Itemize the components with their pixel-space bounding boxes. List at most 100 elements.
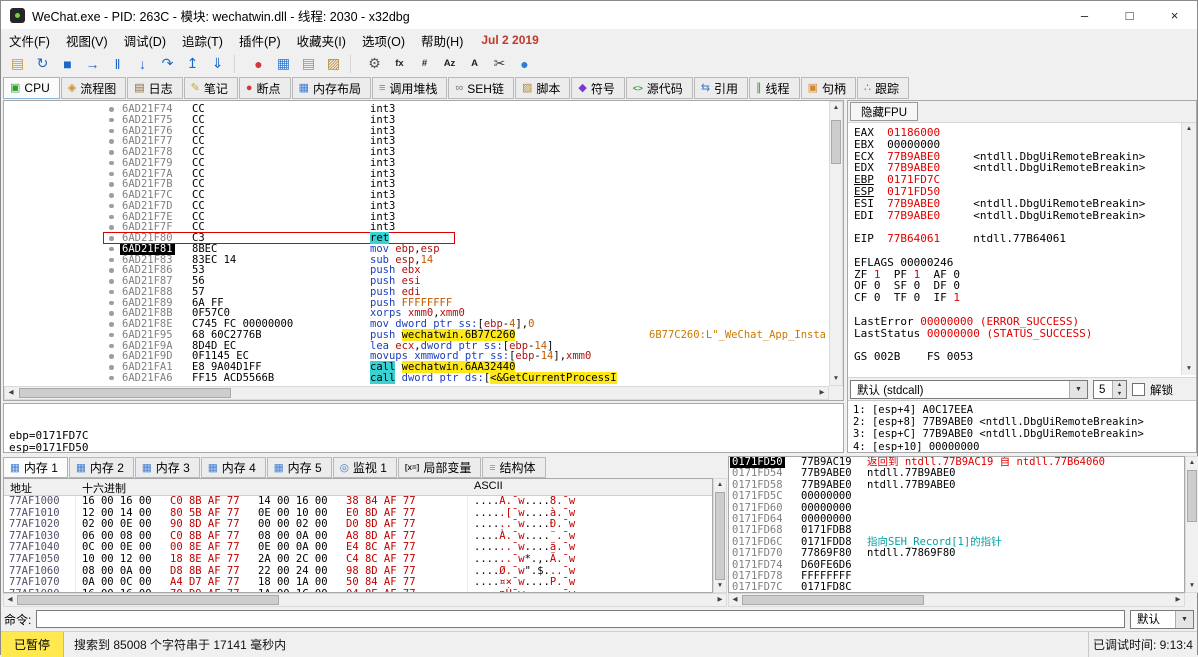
argument-line[interactable]: 4: [esp+10] 00000000 — [853, 441, 1196, 453]
stack-row[interactable]: 0171FD5077B9AC19返回到 ntdll.77B9AC19 自 ntd… — [729, 457, 1184, 468]
minimize-button[interactable]: – — [1062, 1, 1107, 29]
stack-row[interactable]: 0171FD6C0171FDD8指向SEH_Record[1]的指针 — [729, 537, 1184, 548]
tab-source[interactable]: <>源代码 — [626, 77, 693, 99]
pause-icon[interactable]: ‖ — [105, 53, 130, 75]
tab-threads[interactable]: ∥线程 — [749, 77, 800, 99]
tab-struct[interactable]: ≡结构体 — [482, 457, 545, 478]
patch-icon[interactable]: # — [412, 53, 437, 75]
breakpoints-icon[interactable]: ● — [246, 53, 271, 75]
tab-memory-map[interactable]: ▦内存布局 — [292, 77, 371, 99]
memory-map-icon[interactable]: ▦ — [271, 53, 296, 75]
stack-row[interactable]: 0171FD5C00000000 — [729, 491, 1184, 502]
scroll-down-icon[interactable]: ▼ — [830, 373, 842, 385]
scroll-left-icon[interactable]: ◀ — [4, 594, 16, 606]
tab-call-stack[interactable]: ≡调用堆栈 — [372, 77, 447, 99]
dump-row[interactable]: 77AF100016 00 16 00C0 8B AF 7714 00 16 0… — [4, 496, 712, 508]
menu-item-trace[interactable]: 追踪(T) — [174, 29, 231, 52]
menu-item-debug[interactable]: 调试(D) — [116, 29, 174, 52]
spin-up-icon[interactable]: ▲ — [1113, 381, 1126, 390]
menu-item-view[interactable]: 视图(V) — [58, 29, 116, 52]
menu-item-help[interactable]: 帮助(H) — [413, 29, 471, 52]
scroll-left-icon[interactable]: ◀ — [5, 387, 17, 399]
menu-item-favourites[interactable]: 收藏夹(I) — [289, 29, 354, 52]
command-input[interactable] — [36, 610, 1125, 628]
registers-vscrollbar[interactable]: ▲ ▼ — [1181, 123, 1196, 375]
stack-row[interactable]: 0171FD7C0171FD8C — [729, 582, 1184, 593]
tab-references[interactable]: ⇆引用 — [694, 77, 748, 99]
stack-row[interactable]: 0171FD5877B9ABE0ntdll.77B9ABE0 — [729, 480, 1184, 491]
assembler-icon[interactable]: A — [462, 53, 487, 75]
scrollbar-thumb[interactable] — [831, 120, 841, 164]
menu-item-plugins[interactable]: 插件(P) — [231, 29, 289, 52]
disasm-vscrollbar[interactable]: ▲ ▼ — [829, 101, 843, 386]
spin-down-icon[interactable]: ▼ — [1113, 390, 1126, 399]
unlock-checkbox[interactable] — [1132, 383, 1145, 396]
tab-script[interactable]: ▨脚本 — [515, 77, 570, 99]
stack-row[interactable]: 0171FD78FFFFFFFF — [729, 571, 1184, 582]
run-icon[interactable]: → — [80, 53, 105, 75]
tab-memory-4[interactable]: ▦内存 4 — [201, 457, 266, 478]
snapshot-icon[interactable]: ✂ — [487, 53, 512, 75]
open-file-icon[interactable]: ▤ — [5, 53, 30, 75]
scroll-right-icon[interactable]: ▶ — [714, 594, 726, 606]
tab-notes[interactable]: ✎笔记 — [184, 77, 238, 99]
tab-symbols[interactable]: ◆符号 — [571, 77, 624, 99]
scroll-down-icon[interactable]: ▼ — [1182, 363, 1196, 375]
scroll-up-icon[interactable]: ▲ — [1186, 457, 1198, 469]
argument-count-stepper[interactable]: 5 ▲ ▼ — [1093, 380, 1127, 399]
disasm-row[interactable]: 6AD21F7DCCint3 — [4, 201, 828, 212]
scroll-down-icon[interactable]: ▼ — [714, 580, 726, 592]
run-to-user-code-icon[interactable]: ⇓ — [205, 53, 230, 75]
settings-gear-icon[interactable]: ⚙ — [362, 53, 387, 75]
help-icon[interactable]: ● — [512, 53, 537, 75]
tab-handles[interactable]: ▣句柄 — [801, 77, 856, 99]
dropdown-arrow-icon[interactable]: ▼ — [1069, 381, 1087, 398]
scroll-right-icon[interactable]: ▶ — [1172, 594, 1184, 606]
log-icon[interactable]: ▤ — [296, 53, 321, 75]
stack-row[interactable]: 0171FD5477B9ABE0ntdll.77B9ABE0 — [729, 468, 1184, 479]
tab-graph[interactable]: ◈流程图 — [61, 77, 126, 99]
execute-till-return-icon[interactable]: ↥ — [180, 53, 205, 75]
hide-fpu-button[interactable]: 隐藏FPU — [850, 102, 918, 121]
register-line[interactable]: LastStatus 00000000 (STATUS_SUCCESS) — [854, 328, 1182, 340]
command-profile-select[interactable]: 默认 ▼ — [1130, 610, 1194, 629]
register-line[interactable]: EDI 77B9ABE0 <ntdll.DbgUiRemoteBreakin> — [854, 210, 1182, 222]
stack-row[interactable]: 0171FD7077869F80ntdll.77869F80 — [729, 548, 1184, 559]
stack-row[interactable]: 0171FD6400000000 — [729, 514, 1184, 525]
register-line[interactable]: GS 002B FS 0053 — [854, 351, 1182, 363]
tab-memory-1[interactable]: ▦内存 1 — [3, 457, 68, 478]
register-line[interactable]: EIP 77B64061 ntdll.77B64061 — [854, 233, 1182, 245]
stack-row[interactable]: 0171FD6000000000 — [729, 503, 1184, 514]
tab-memory-5[interactable]: ▦内存 5 — [267, 457, 332, 478]
stack-vscrollbar[interactable]: ▲ ▼ — [1185, 456, 1198, 593]
tab-seh[interactable]: ∞SEH链 — [448, 77, 514, 99]
scroll-up-icon[interactable]: ▲ — [1182, 123, 1196, 135]
scrollbar-thumb[interactable] — [1187, 470, 1197, 522]
tab-memory-2[interactable]: ▦内存 2 — [69, 457, 134, 478]
stack-row[interactable]: 0171FD74D60FE6D6 — [729, 560, 1184, 571]
dropdown-arrow-icon[interactable]: ▼ — [1175, 611, 1193, 628]
argument-line[interactable]: 2: [esp+8] 77B9ABE0 <ntdll.DbgUiRemoteBr… — [853, 416, 1196, 428]
argument-line[interactable]: 1: [esp+4] A0C17EEA — [853, 404, 1196, 416]
maximize-button[interactable]: □ — [1107, 1, 1152, 29]
tab-cpu[interactable]: ▣CPU — [3, 77, 60, 99]
scrollbar-thumb[interactable] — [742, 595, 924, 605]
stepper-buttons[interactable]: ▲ ▼ — [1112, 381, 1126, 398]
scroll-left-icon[interactable]: ◀ — [729, 594, 741, 606]
script-icon[interactable]: ▨ — [321, 53, 346, 75]
scroll-down-icon[interactable]: ▼ — [1186, 580, 1198, 592]
tab-log[interactable]: ▤日志 — [127, 77, 182, 99]
tab-locals[interactable]: [x=]局部变量 — [398, 457, 481, 478]
tab-trace[interactable]: ∴跟踪 — [857, 77, 909, 99]
step-into-icon[interactable]: ↓ — [130, 53, 155, 75]
stop-icon[interactable]: ■ — [55, 53, 80, 75]
scrollbar-thumb[interactable] — [17, 595, 279, 605]
argument-line[interactable]: 3: [esp+C] 77B9ABE0 <ntdll.DbgUiRemoteBr… — [853, 428, 1196, 440]
stack-hscrollbar[interactable]: ◀ ▶ — [728, 593, 1185, 607]
tab-breakpoints[interactable]: ●断点 — [239, 77, 291, 99]
scrollbar-thumb[interactable] — [19, 388, 231, 398]
disasm-row[interactable]: 6AD21F75CCint3 — [4, 115, 828, 126]
dump-row[interactable]: 77AF105010 00 12 0018 8E AF 772A 00 2C 0… — [4, 554, 712, 566]
dump-row[interactable]: 77AF10700A 00 0C 00A4 D7 AF 7718 00 1A 0… — [4, 577, 712, 589]
tab-watch-1[interactable]: ◎监视 1 — [333, 457, 397, 478]
